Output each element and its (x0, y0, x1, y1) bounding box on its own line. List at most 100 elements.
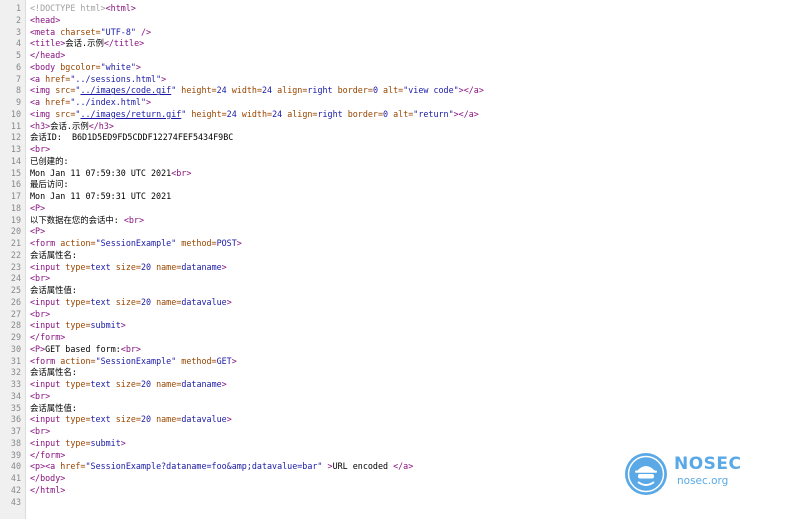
value-token: dataname (181, 261, 222, 272)
line-content: <input type=submit> (30, 438, 126, 450)
code-line: 18 <P> (0, 203, 789, 215)
value-token: datavalue (181, 414, 227, 425)
code-line: 10 <img src="../images/return.gif" height… (0, 109, 789, 121)
code-line: 31 <form action="SessionExample" method=G… (0, 356, 789, 368)
code-line: 24 <br> (0, 273, 789, 285)
link-token[interactable]: ../images/code.gif (80, 85, 171, 95)
link-token[interactable]: ../images/return.gif (80, 109, 181, 119)
tag-token: <br> (123, 214, 145, 225)
code-line: 22 会话属性名: (0, 250, 789, 262)
line-content: Mon Jan 11 07:59:30 UTC 2021<br> (30, 168, 191, 180)
tag-token: <br> (171, 167, 192, 178)
tag-token: > (221, 261, 227, 272)
attribute-token: alt= (377, 85, 404, 96)
attribute-token: type= (65, 320, 91, 331)
code-line: 23 <input type=text size=20 name=dataname… (0, 262, 789, 274)
tag-token: <br> (30, 144, 51, 154)
line-number: 10 (10, 108, 21, 119)
line-content: <input type=text size=20 name=datavalue> (30, 297, 232, 309)
value-token: text (90, 296, 111, 307)
line-content: <a href="../sessions.html"> (30, 74, 166, 86)
line-content: 已创建的: (30, 156, 69, 168)
text-token: 会话属性值: (30, 285, 77, 295)
value-token: "UTF-8" (100, 26, 136, 37)
line-content: <P> (30, 203, 45, 215)
line-content: <img src="../images/code.gif" height=24 … (30, 85, 484, 97)
line-content: 会话属性值: (30, 285, 77, 297)
tag-token: <P> (30, 343, 46, 354)
code-line: 25 会话属性值: (0, 285, 789, 297)
text-token: 已创建的: (30, 155, 69, 166)
line-content: </head> (30, 50, 65, 62)
code-line: 8 <img src="../images/code.gif" height=24… (0, 85, 789, 97)
line-content: </form> (30, 332, 65, 344)
value-token: "../sessions.html" (70, 73, 162, 84)
agent-mascot-icon (625, 453, 667, 495)
text-token: URL encoded (332, 461, 394, 472)
attribute-token: name= (151, 379, 182, 389)
line-number: 3 (15, 26, 21, 37)
value-token: "SessionExample?dataname=foo&amp;dataval… (85, 461, 323, 472)
tag-token: </title> (103, 38, 145, 49)
value-token: 20 (140, 414, 152, 425)
attribute-token: type= (65, 379, 91, 389)
tag-token: <p><a (30, 461, 61, 472)
line-content: <br> (30, 309, 50, 321)
value-token: 24 (272, 108, 283, 119)
attribute-token: size= (110, 379, 141, 389)
line-number: 5 (15, 50, 21, 60)
attribute-token: type= (65, 437, 91, 448)
tag-token: <head> (30, 14, 61, 25)
tag-token: <input (30, 296, 66, 307)
attribute-token: width= (236, 108, 273, 119)
tag-token: <input (30, 414, 66, 425)
line-number: 34 (10, 390, 21, 401)
tag-token: </body> (30, 473, 66, 483)
line-content: <img src="../images/return.gif" height=2… (30, 109, 479, 121)
watermark-brand: NOSEC (674, 454, 742, 474)
value-token: 20 (140, 379, 152, 389)
line-number: 6 (15, 61, 21, 72)
line-content: <br> (30, 273, 50, 285)
line-number: 35 (10, 402, 21, 413)
line-number: 43 (10, 496, 21, 507)
tag-token: </a> (393, 461, 414, 472)
code-line: 2 <head> (0, 15, 789, 27)
line-number: 42 (10, 484, 21, 495)
attribute-token: charset= (60, 26, 101, 37)
line-content: <body bgcolor="white"> (30, 62, 141, 74)
tag-token: <form (30, 355, 61, 366)
code-line: 4 <title>会话.示例</title> (0, 38, 789, 50)
tag-token: > (226, 296, 232, 307)
tag-token: > (135, 61, 141, 72)
attribute-token: method= (176, 238, 217, 248)
line-content: </body> (30, 473, 65, 485)
line-content: <br> (30, 144, 50, 156)
attribute-token: bgcolor= (60, 61, 101, 72)
line-content: <a href="../index.html"> (30, 97, 151, 109)
line-number: 8 (15, 85, 21, 96)
attribute-token: border= (332, 85, 373, 96)
line-number: 39 (10, 449, 21, 460)
tag-token: <P> (30, 226, 46, 237)
attribute-token: name= (151, 296, 182, 307)
doctype-token: <!DOCTYPE html> (30, 3, 106, 13)
line-content: <title>会话.示例</title> (30, 38, 144, 50)
attribute-token: action= (60, 355, 96, 366)
tag-token: </h3> (88, 120, 114, 131)
tag-token: </html> (30, 484, 66, 495)
line-content: <input type=text size=20 name=datavalue> (30, 414, 232, 426)
text-token: Mon Jan 11 07:59:30 UTC 2021 (30, 167, 172, 178)
line-number: 13 (10, 144, 21, 154)
line-number: 9 (15, 97, 21, 107)
line-content: <!DOCTYPE html><html> (30, 3, 136, 15)
line-content: <meta charset="UTF-8" /> (30, 27, 151, 39)
tag-token: <img (30, 108, 56, 119)
line-number: 29 (10, 332, 21, 342)
line-content: 最后访问: (30, 179, 69, 191)
line-content: <br> (30, 426, 50, 438)
code-line: 15 Mon Jan 11 07:59:30 UTC 2021<br> (0, 168, 789, 180)
value-token: "view code" (403, 85, 459, 96)
code-line: 21 <form action="SessionExample" method=P… (0, 238, 789, 250)
attribute-token: type= (65, 296, 91, 307)
